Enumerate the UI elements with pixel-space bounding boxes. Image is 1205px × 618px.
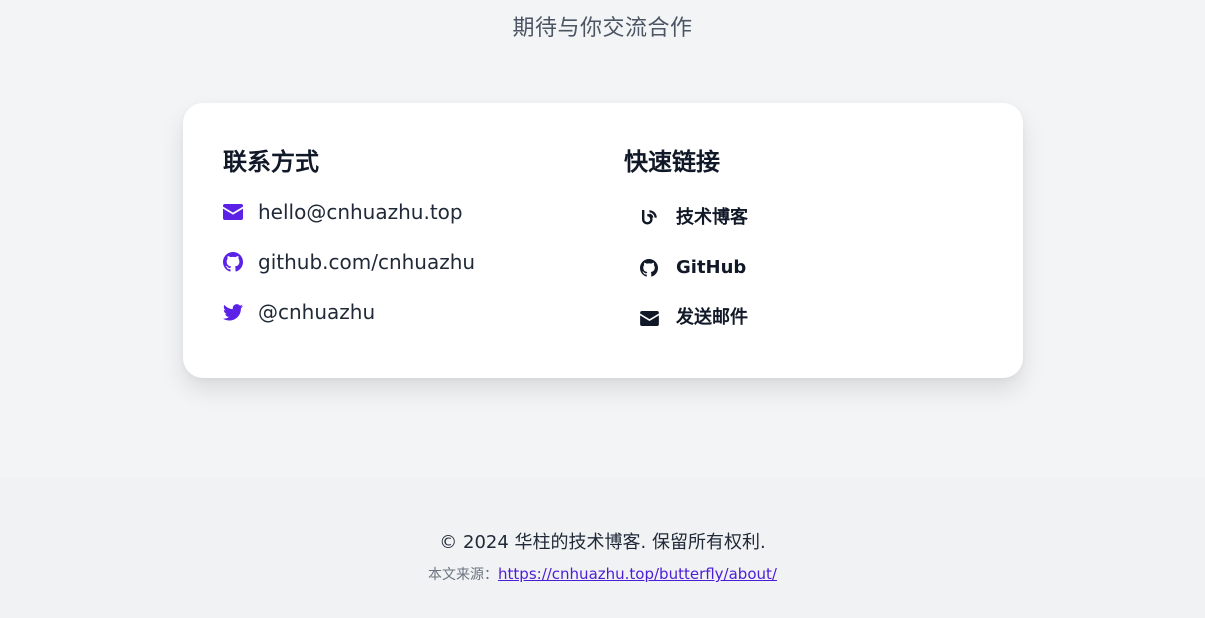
contact-item-github[interactable]: github.com/cnhuazhu [223, 250, 583, 300]
contact-card: 联系方式 hello@cnhuazhu.top github.com/cnhua… [183, 103, 1023, 378]
blog-icon [638, 206, 660, 230]
page-footer: © 2024 华柱的技术博客. 保留所有权利. 本文来源：https://cnh… [0, 478, 1205, 618]
quick-link-blog-label: 技术博客 [676, 207, 748, 228]
contact-item-email[interactable]: hello@cnhuazhu.top [223, 200, 583, 250]
quick-link-email[interactable]: 发送邮件 [624, 306, 964, 356]
quick-link-blog[interactable]: 技术博客 [624, 206, 964, 256]
contact-title: 联系方式 [223, 148, 319, 176]
contact-twitter-text: @cnhuazhu [258, 300, 376, 324]
source-line: 本文来源：https://cnhuazhu.top/butterfly/abou… [0, 564, 1205, 584]
page-subtitle: 期待与你交流合作 [512, 16, 693, 41]
quick-link-github-label: GitHub [676, 257, 747, 278]
quick-link-github[interactable]: GitHub [624, 256, 964, 306]
source-label: 本文来源： [428, 567, 499, 583]
contact-item-twitter[interactable]: @cnhuazhu [223, 300, 583, 350]
copyright-text: © 2024 华柱的技术博客. 保留所有权利. [439, 532, 766, 553]
github-icon [638, 256, 660, 280]
twitter-icon [223, 300, 245, 324]
github-icon [223, 250, 245, 274]
envelope-icon [223, 200, 245, 224]
contact-email-text: hello@cnhuazhu.top [258, 200, 463, 224]
quick-links-title: 快速链接 [624, 148, 720, 176]
contact-section: 联系方式 hello@cnhuazhu.top github.com/cnhua… [223, 146, 475, 324]
source-link[interactable]: https://cnhuazhu.top/butterfly/about/ [498, 565, 777, 583]
quick-links-section: 快速链接 技术博客 GitHub 发送邮件 [624, 146, 748, 328]
quick-links-list: 技术博客 GitHub 发送邮件 [624, 206, 964, 356]
quick-link-email-label: 发送邮件 [676, 307, 748, 328]
envelope-icon [638, 306, 660, 330]
contact-list: hello@cnhuazhu.top github.com/cnhuazhu @… [223, 200, 583, 350]
contact-github-text: github.com/cnhuazhu [258, 250, 476, 274]
